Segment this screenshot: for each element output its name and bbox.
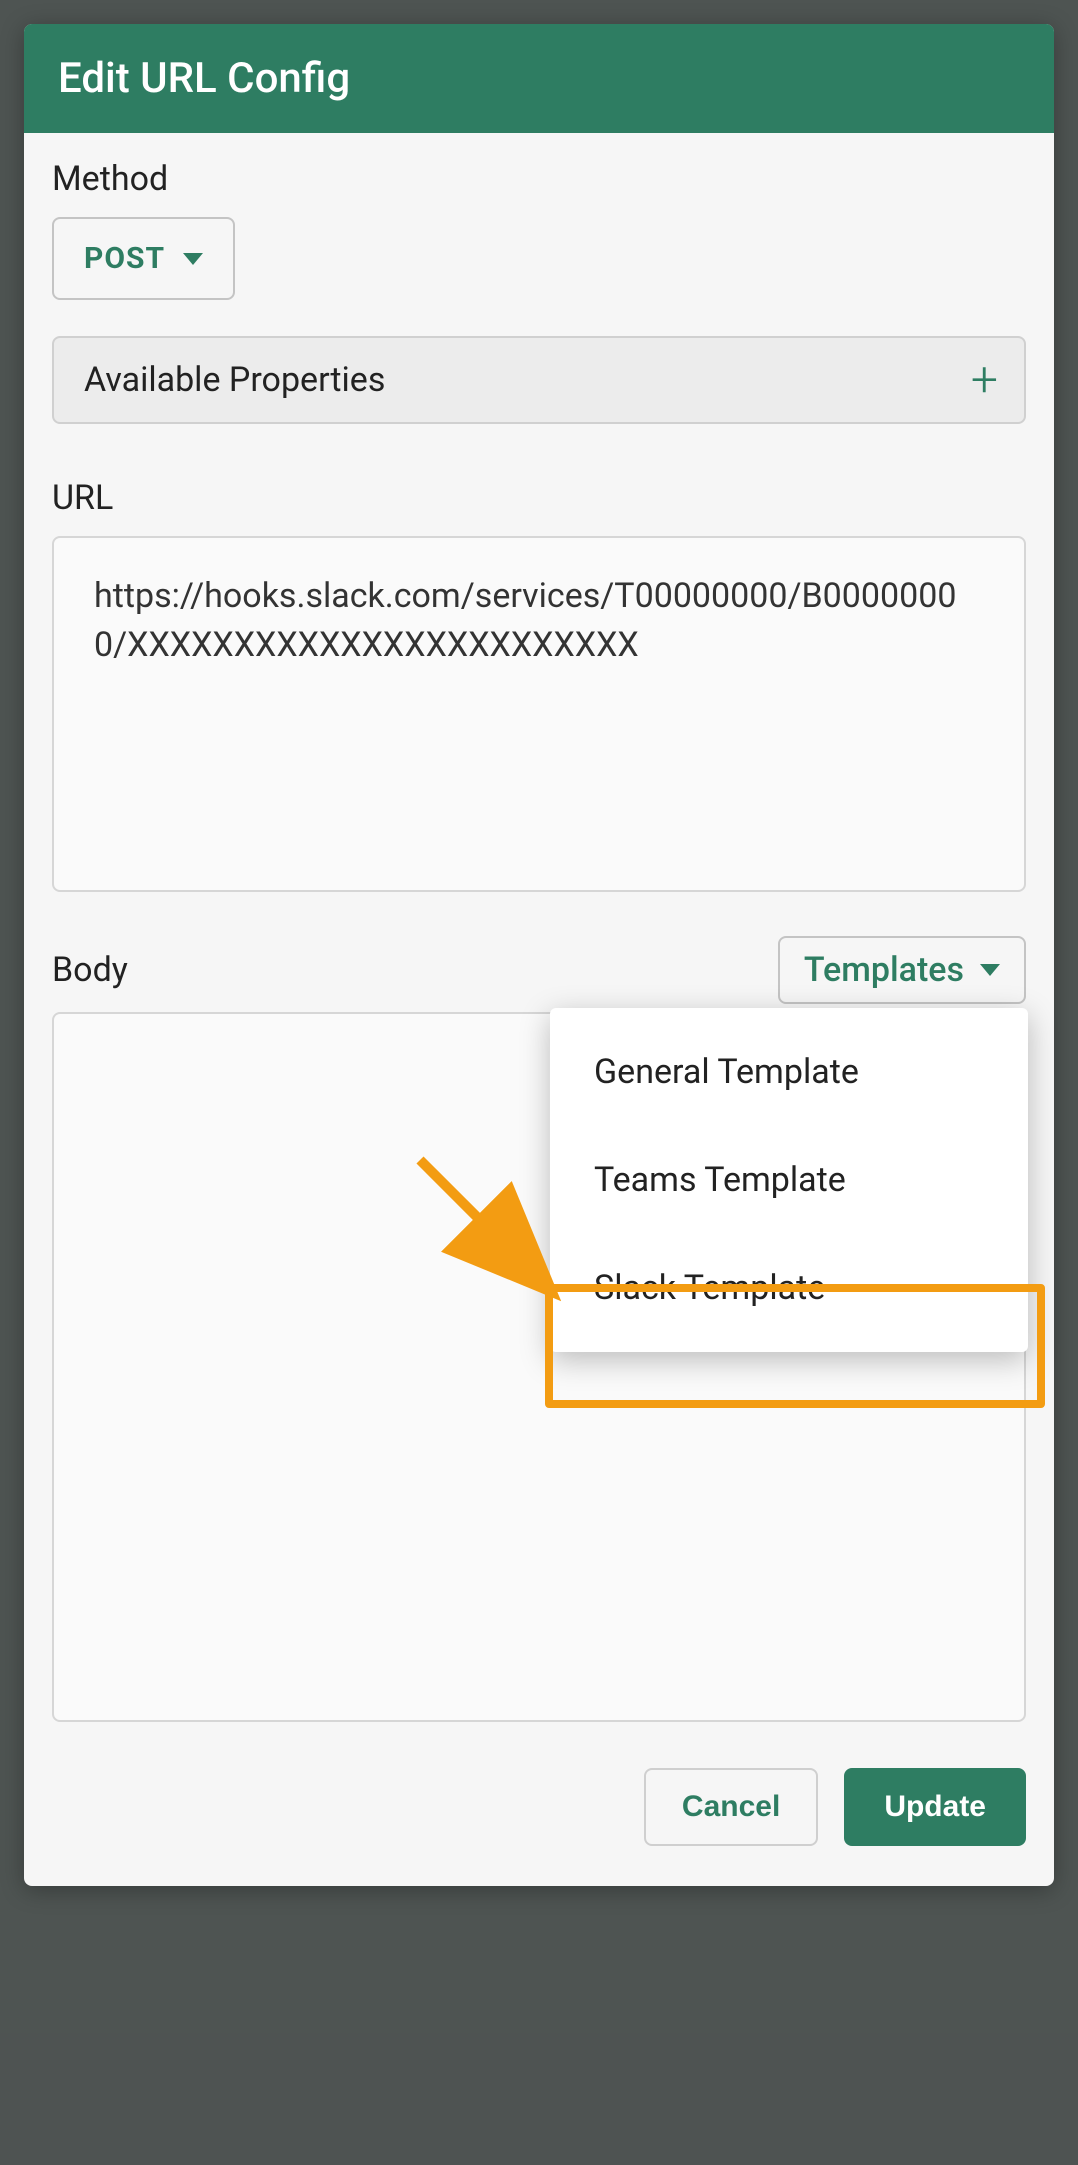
body-header-row: Body Templates General Template Teams Te… bbox=[52, 936, 1026, 1004]
edit-url-config-modal: Edit URL Config Method POST Available Pr… bbox=[24, 24, 1054, 1886]
templates-dropdown[interactable]: Templates bbox=[778, 936, 1026, 1004]
menu-item-teams-template[interactable]: Teams Template bbox=[550, 1126, 1028, 1234]
update-button[interactable]: Update bbox=[844, 1768, 1026, 1846]
url-label: URL bbox=[52, 478, 1026, 518]
modal-footer: Cancel Update bbox=[52, 1768, 1026, 1846]
url-input[interactable] bbox=[52, 536, 1026, 892]
templates-dropdown-label: Templates bbox=[804, 950, 964, 990]
method-dropdown[interactable]: POST bbox=[52, 217, 235, 300]
method-value: POST bbox=[84, 241, 165, 276]
modal-body: Method POST Available Properties + URL B… bbox=[24, 133, 1054, 1886]
available-properties-label: Available Properties bbox=[84, 360, 385, 400]
templates-menu: General Template Teams Template Slack Te… bbox=[550, 1008, 1028, 1352]
modal-title: Edit URL Config bbox=[24, 24, 1054, 133]
url-section: URL bbox=[52, 478, 1026, 896]
plus-icon: + bbox=[971, 356, 998, 404]
caret-down-icon bbox=[980, 964, 1000, 976]
cancel-button[interactable]: Cancel bbox=[644, 1768, 818, 1846]
menu-item-slack-template[interactable]: Slack Template bbox=[550, 1234, 1028, 1342]
caret-down-icon bbox=[183, 253, 203, 265]
menu-item-general-template[interactable]: General Template bbox=[550, 1018, 1028, 1126]
body-label: Body bbox=[52, 950, 128, 990]
available-properties-panel[interactable]: Available Properties + bbox=[52, 336, 1026, 424]
method-label: Method bbox=[52, 159, 1026, 199]
